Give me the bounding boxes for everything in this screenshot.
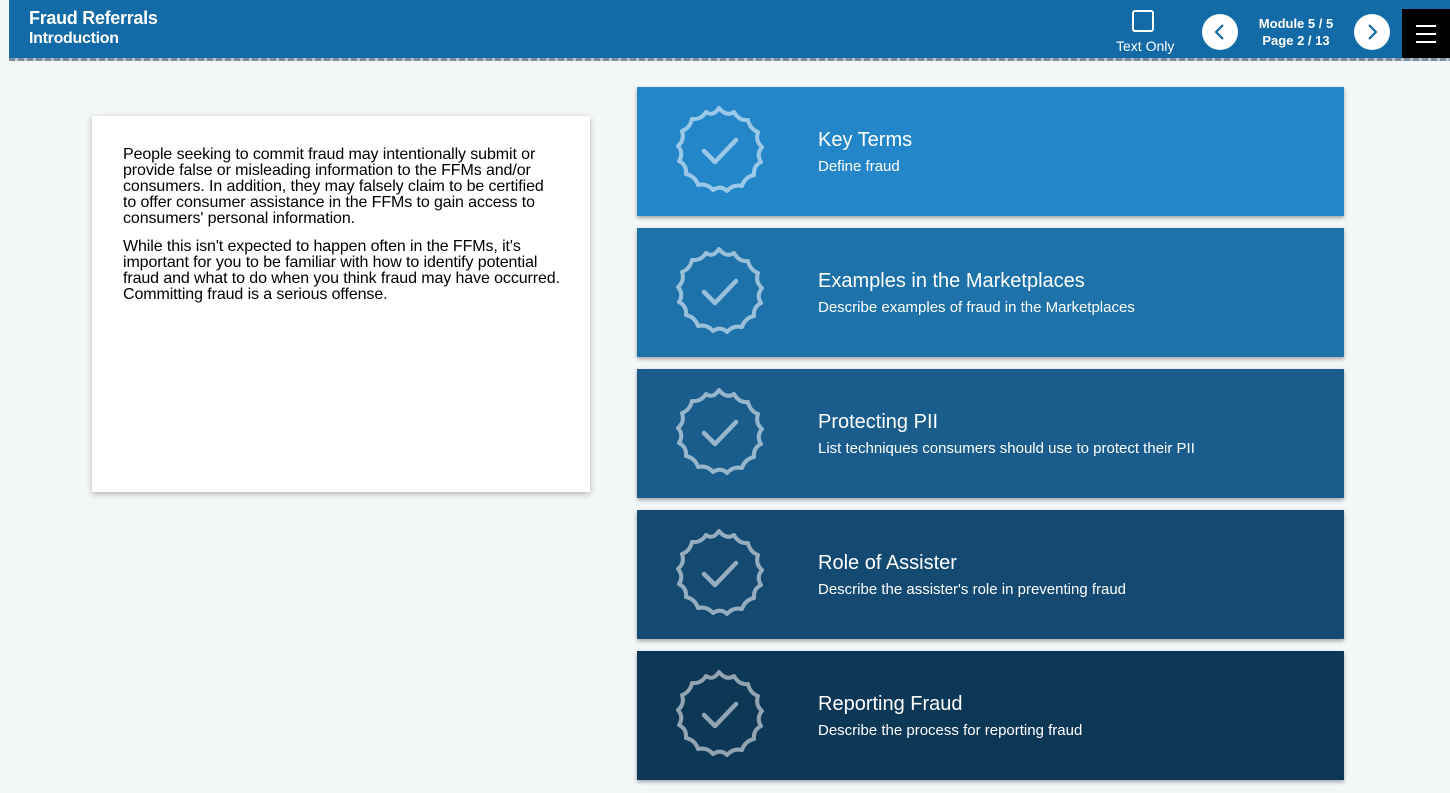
badge-check-icon — [666, 103, 772, 203]
badge-check-icon — [666, 244, 772, 344]
topic-card[interactable]: Examples in the Marketplaces Describe exa… — [637, 228, 1344, 357]
lesson-title: Introduction — [29, 30, 119, 47]
checkbox-icon[interactable] — [1132, 10, 1154, 32]
hamburger-menu-icon — [1416, 33, 1436, 35]
text-only-toggle[interactable]: Text Only — [1116, 10, 1180, 56]
chevron-right-icon — [1368, 24, 1378, 40]
progress-indicator: Module 5 / 5 Page 2 / 13 — [1242, 15, 1350, 49]
left-edge — [0, 0, 9, 64]
previous-page-button[interactable] — [1202, 14, 1238, 50]
badge-check-icon — [666, 526, 772, 626]
topic-card[interactable]: Protecting PII List techniques consumers … — [637, 369, 1344, 498]
topic-card[interactable]: Key Terms Define fraud — [637, 87, 1344, 216]
topic-subtitle: List techniques consumers should use to … — [818, 440, 1195, 457]
menu-button[interactable] — [1402, 9, 1450, 59]
hamburger-menu-icon — [1416, 41, 1436, 43]
topic-title: Protecting PII — [818, 411, 939, 433]
next-page-button[interactable] — [1354, 14, 1390, 50]
intro-paragraph: People seeking to commit fraud may inten… — [123, 146, 544, 227]
badge-check-icon — [666, 667, 772, 767]
topic-title: Examples in the Marketplaces — [818, 270, 1085, 292]
topic-card[interactable]: Role of Assister Describe the assister's … — [637, 510, 1344, 639]
topic-card[interactable]: Reporting Fraud Describe the process for … — [637, 651, 1344, 780]
topic-title: Reporting Fraud — [818, 693, 963, 715]
hamburger-menu-icon — [1416, 25, 1436, 27]
intro-paragraph: While this isn't expected to happen ofte… — [123, 238, 560, 303]
topic-subtitle: Describe the assister's role in preventi… — [818, 581, 1127, 598]
intro-text-card: People seeking to commit fraud may inten… — [92, 116, 590, 492]
topic-subtitle: Define fraud — [818, 158, 900, 175]
topic-title: Role of Assister — [818, 552, 957, 574]
chevron-left-icon — [1214, 24, 1224, 40]
text-only-label: Text Only — [1116, 38, 1175, 54]
header-divider — [9, 58, 1450, 61]
module-progress: Module 5 / 5 — [1258, 16, 1334, 31]
badge-check-icon — [666, 385, 772, 485]
topic-title: Key Terms — [818, 129, 913, 151]
top-bar: Fraud Referrals Introduction Text Only M… — [0, 0, 1450, 64]
topic-subtitle: Describe the process for reporting fraud — [818, 722, 1083, 739]
course-title: Fraud Referrals — [29, 8, 158, 28]
page-progress: Page 2 / 13 — [1262, 33, 1330, 48]
topic-subtitle: Describe examples of fraud in the Market… — [818, 299, 1135, 316]
